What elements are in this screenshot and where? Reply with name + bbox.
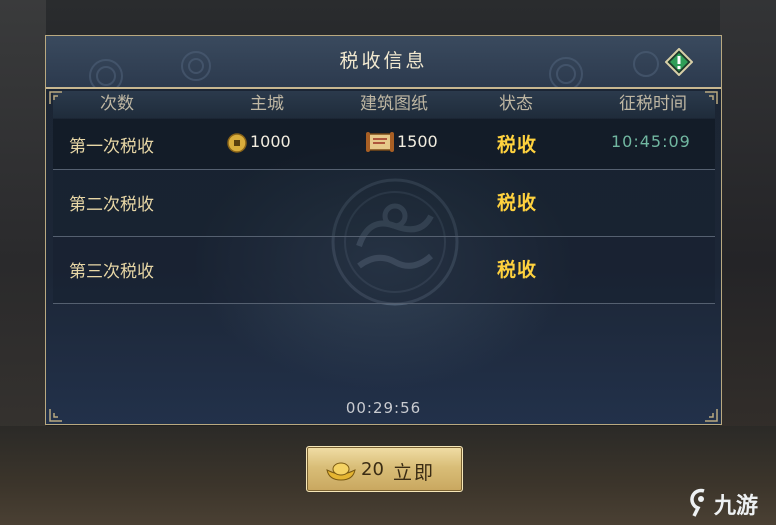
- column-header-main-city: 主城: [250, 94, 284, 114]
- tax-info-panel: 税收信息 次数 主城 建筑图纸 状态 征税时间 第一次税收 1000 1500 …: [45, 35, 722, 425]
- instant-label: 立即: [393, 462, 436, 484]
- info-button[interactable]: [664, 47, 694, 77]
- column-header-count: 次数: [100, 94, 134, 114]
- row-name: 第三次税收: [69, 262, 154, 282]
- row-name: 第一次税收: [69, 137, 154, 157]
- row-name: 第二次税收: [69, 195, 154, 215]
- corner-ornament: [49, 409, 62, 422]
- table-header: 次数 主城 建筑图纸 状态 征税时间: [53, 91, 715, 118]
- gold-ingot-icon: [326, 462, 356, 481]
- blueprint-amount: 1500: [397, 132, 438, 151]
- coin-amount: 1000: [250, 132, 291, 151]
- column-header-blueprint: 建筑图纸: [360, 94, 428, 114]
- tax-collect-button[interactable]: 税收: [497, 130, 537, 157]
- ingot-cost: 20: [361, 459, 384, 480]
- corner-ornament: [705, 409, 718, 422]
- corner-ornament: [705, 91, 718, 104]
- table-row: 第二次税收 税收: [53, 170, 715, 237]
- watermark-text: 九游: [714, 494, 759, 519]
- column-header-tax-time: 征税时间: [619, 94, 687, 114]
- tax-collect-button[interactable]: 税收: [497, 255, 537, 282]
- nine-game-logo-icon: [690, 488, 705, 517]
- tax-collect-button[interactable]: 税收: [497, 188, 537, 215]
- countdown-timer: 00:29:56: [345, 399, 422, 417]
- coin-icon: [227, 133, 247, 153]
- column-header-status: 状态: [499, 94, 533, 114]
- tax-table: 次数 主城 建筑图纸 状态 征税时间 第一次税收 1000 1500 税收 10…: [53, 91, 715, 356]
- instant-complete-button[interactable]: 20 立即: [306, 446, 463, 492]
- table-row: 第一次税收 1000 1500 税收 10:45:09: [53, 119, 715, 170]
- tax-time: 10:45:09: [611, 132, 691, 151]
- title-bar: 税收信息: [46, 36, 721, 89]
- corner-ornament: [49, 91, 62, 104]
- watermark-logo: 九游: [688, 486, 776, 522]
- info-icon: [664, 47, 694, 77]
- panel-title: 税收信息: [339, 50, 428, 72]
- table-row: 第三次税收 税收: [53, 237, 715, 304]
- blueprint-scroll-icon: [366, 132, 394, 152]
